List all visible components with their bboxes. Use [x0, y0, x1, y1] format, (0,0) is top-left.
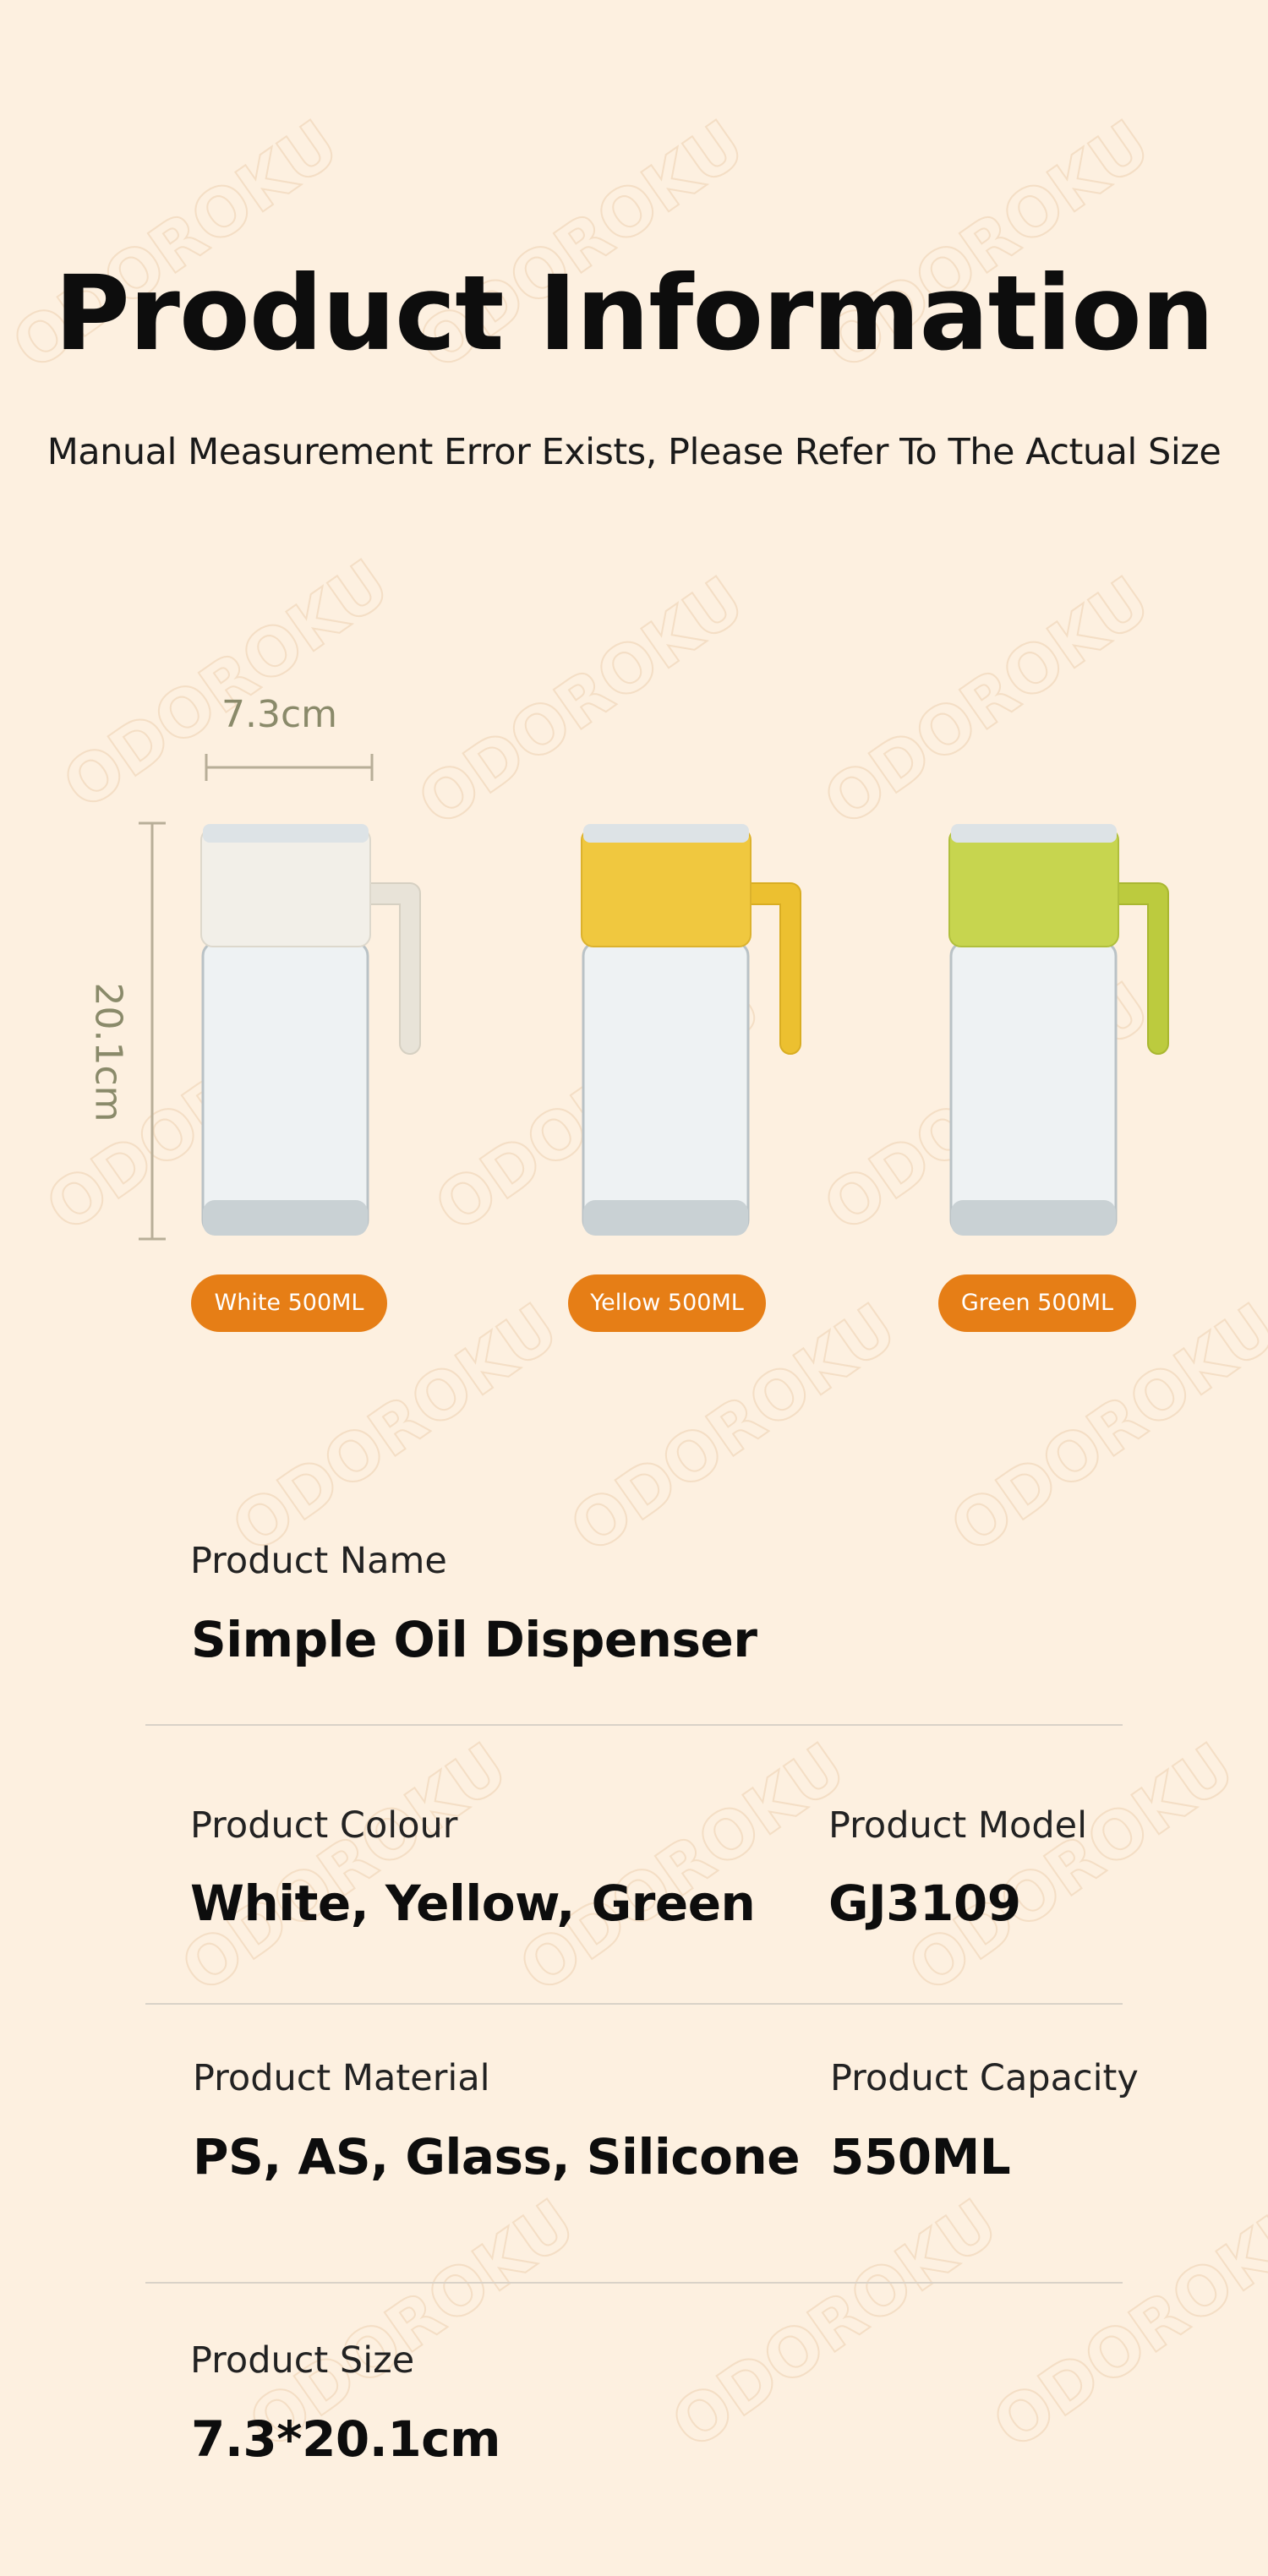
product-size-value: 7.3*20.1cm — [191, 2410, 501, 2468]
product-name-value: Simple Oil Dispenser — [191, 1611, 757, 1668]
variant-badge-white: White 500ML — [191, 1274, 387, 1332]
height-dimension-line — [139, 821, 166, 1241]
yellow-bottle-image — [581, 824, 801, 1236]
product-model-label: Product Model — [828, 1804, 1088, 1847]
svg-text:ODOROKU: ODOROKU — [506, 1729, 859, 2008]
product-colour-label: Product Colour — [190, 1804, 458, 1847]
variant-badge-green: Green 500ML — [938, 1274, 1136, 1332]
product-capacity-label: Product Capacity — [830, 2057, 1139, 2099]
yellow-cap — [581, 827, 752, 947]
svg-text:ODOROKU: ODOROKU — [811, 563, 1163, 842]
svg-text:ODOROKU: ODOROKU — [980, 2186, 1268, 2464]
page-title: Product Information — [54, 254, 1214, 374]
divider — [145, 2282, 1123, 2284]
product-material-label: Product Material — [193, 2057, 490, 2099]
green-bottle-image — [948, 824, 1169, 1236]
page-subtitle: Manual Measurement Error Exists, Please … — [46, 431, 1222, 473]
green-handle — [1115, 882, 1169, 1055]
product-model-value: GJ3109 — [828, 1875, 1021, 1932]
divider — [145, 2003, 1123, 2005]
product-size-label: Product Size — [190, 2339, 415, 2382]
product-capacity-value: 550ML — [830, 2128, 1011, 2186]
svg-text:ODOROKU: ODOROKU — [895, 1729, 1248, 2008]
width-dimension-line — [205, 754, 374, 781]
green-cap — [948, 827, 1119, 947]
svg-text:ODOROKU: ODOROKU — [168, 1729, 521, 2008]
white-cap — [200, 827, 371, 947]
divider — [145, 1724, 1123, 1726]
product-name-label: Product Name — [190, 1540, 447, 1582]
svg-text:ODOROKU: ODOROKU — [659, 2186, 1011, 2464]
white-handle — [367, 882, 421, 1055]
product-material-value: PS, AS, Glass, Silicone — [193, 2128, 801, 2186]
yellow-handle — [747, 882, 801, 1055]
width-dimension-label: 7.3cm — [221, 693, 338, 736]
variant-badge-yellow: Yellow 500ML — [568, 1274, 766, 1332]
svg-text:ODOROKU: ODOROKU — [405, 563, 757, 842]
white-bottle-image — [200, 824, 421, 1236]
product-colour-value: White, Yellow, Green — [190, 1875, 756, 1932]
height-dimension-label: 20.1cm — [86, 982, 130, 1122]
